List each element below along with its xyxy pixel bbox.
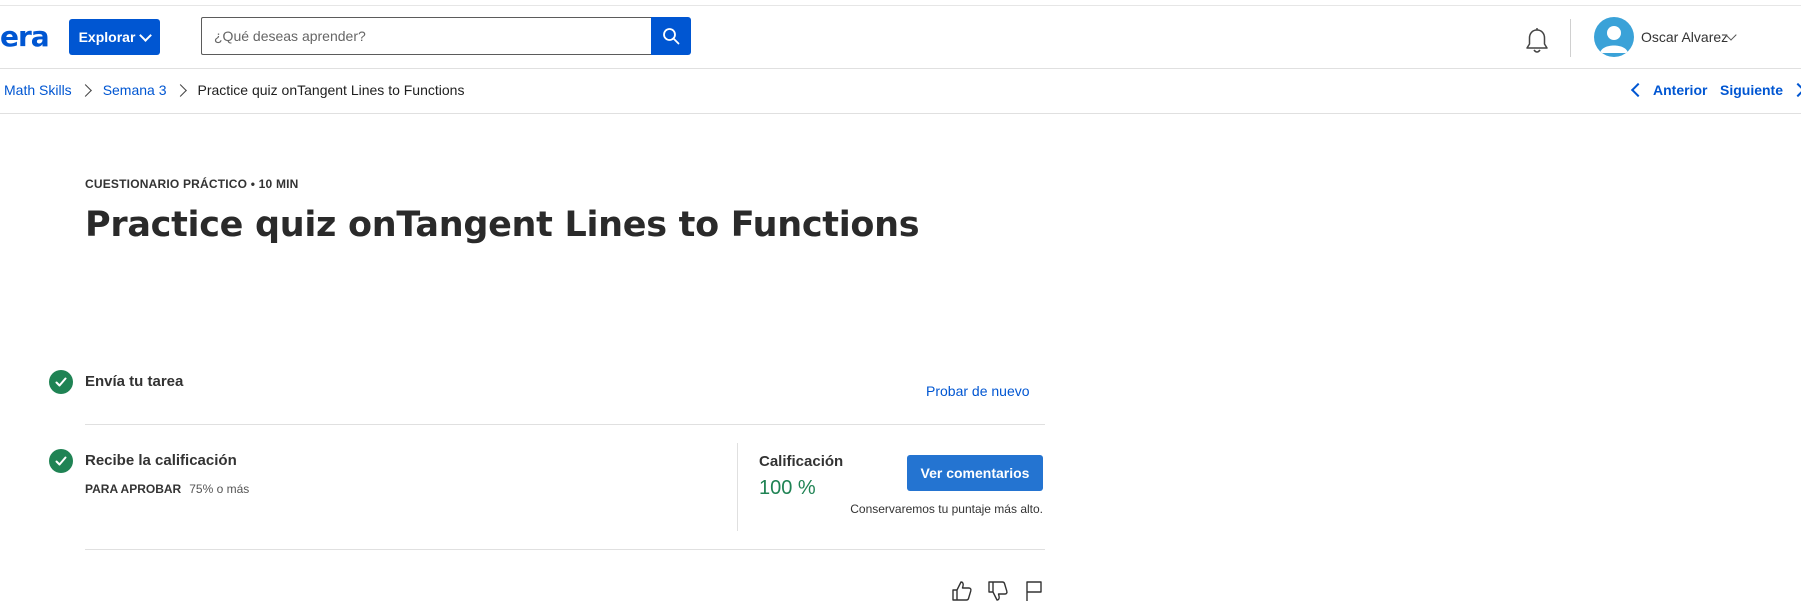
thumbs-down-icon[interactable] [986, 579, 1010, 603]
pass-value: 75% o más [189, 482, 250, 496]
header-divider [1570, 19, 1571, 57]
grade-step-title: Recibe la calificación [85, 452, 237, 469]
breadcrumb-current: Practice quiz onTangent Lines to Functio… [197, 82, 465, 98]
check-icon [49, 449, 73, 473]
next-label: Siguiente [1720, 82, 1784, 98]
user-name[interactable]: Oscar Alvarez [1641, 29, 1728, 45]
chevron-right-icon [1790, 82, 1801, 98]
feedback-icons [950, 579, 1046, 603]
try-again-link[interactable]: Probar de nuevo [926, 383, 1030, 399]
chevron-left-icon [1630, 82, 1646, 98]
next-button[interactable]: Siguiente [1720, 82, 1801, 98]
thumbs-up-icon[interactable] [950, 579, 974, 603]
page-title: Practice quiz onTangent Lines to Functio… [85, 205, 920, 245]
highest-score-note: Conservaremos tu puntaje más alto. [850, 502, 1043, 516]
search-icon [663, 28, 680, 45]
chevron-down-icon [139, 28, 153, 42]
avatar[interactable] [1594, 17, 1634, 57]
divider [85, 549, 1045, 550]
coursera-logo[interactable]: era [0, 20, 50, 53]
previous-button[interactable]: Anterior [1630, 82, 1708, 98]
bell-icon[interactable] [1524, 27, 1550, 55]
previous-label: Anterior [1653, 82, 1708, 98]
check-icon [49, 370, 73, 394]
grade-label: Calificación [759, 453, 844, 470]
item-type-label: CUESTIONARIO PRÁCTICO • 10 MIN [85, 177, 299, 191]
flag-icon[interactable] [1022, 579, 1046, 603]
grade-value: 100 % [759, 477, 816, 499]
explore-button[interactable]: Explorar [69, 19, 160, 55]
search-field[interactable] [201, 17, 651, 55]
divider [85, 424, 1045, 425]
chevron-right-icon [78, 83, 92, 97]
search-input[interactable] [202, 18, 651, 54]
view-feedback-button[interactable]: Ver comentarios [907, 455, 1043, 491]
pass-requirement: PARA APROBAR 75% o más [85, 482, 249, 496]
pass-label: PARA APROBAR [85, 482, 182, 496]
submit-step-title: Envía tu tarea [85, 373, 184, 390]
breadcrumb: Math Skills Semana 3 Practice quiz onTan… [4, 82, 464, 98]
breadcrumb-week[interactable]: Semana 3 [103, 82, 167, 98]
top-header: era Explorar Oscar Alvarez [0, 5, 1801, 69]
breadcrumb-bar: Math Skills Semana 3 Practice quiz onTan… [0, 69, 1801, 114]
explore-label: Explorar [78, 29, 136, 45]
search-button[interactable] [651, 17, 691, 55]
chevron-right-icon [173, 83, 187, 97]
grade-divider [737, 443, 738, 531]
avatar-icon [1600, 26, 1628, 53]
breadcrumb-course[interactable]: Math Skills [4, 82, 72, 98]
